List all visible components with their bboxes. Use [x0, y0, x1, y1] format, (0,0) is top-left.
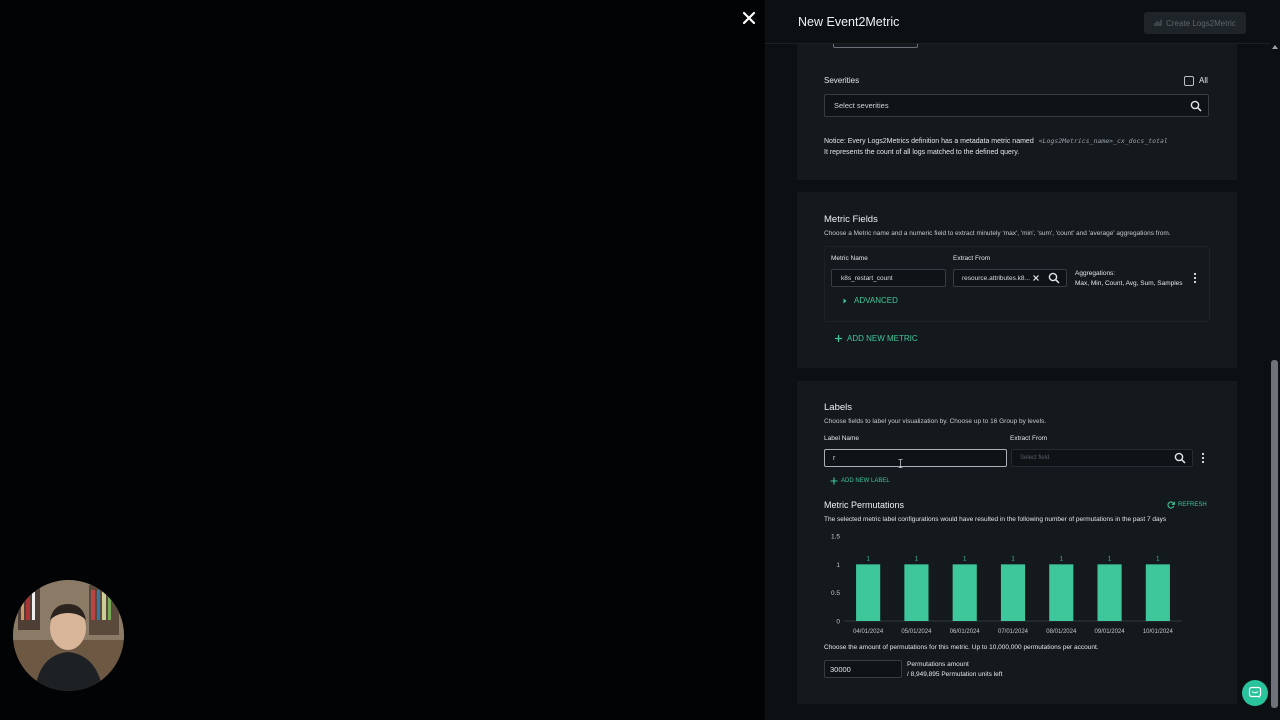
- x-tick-label: 06/01/2024: [950, 629, 981, 635]
- extract-from-label: Extract From: [953, 255, 991, 262]
- metric-fields-description: Choose a Metric name and a numeric field…: [824, 230, 1171, 237]
- metric-name-label: Metric Name: [831, 255, 868, 262]
- label-extract-from-label: Extract From: [1010, 435, 1048, 442]
- label-name-label: Label Name: [824, 435, 860, 442]
- metric-name-value: k8s_restart_count: [841, 274, 893, 282]
- close-icon[interactable]: [739, 8, 759, 28]
- refresh-icon: [1167, 501, 1175, 509]
- label-extract-placeholder: Select field: [1020, 455, 1050, 461]
- add-new-label-button[interactable]: ADD NEW LABEL: [830, 477, 890, 485]
- bar: [1145, 564, 1170, 621]
- permutations-chart: 1.5 1 0.5 0 1 04/01/2024 1 05/01/2024 1 06/01/202…: [831, 534, 1182, 635]
- chat-button[interactable]: [1242, 680, 1268, 706]
- severities-placeholder: Select severities: [834, 101, 889, 110]
- cut-off-button[interactable]: [833, 44, 918, 48]
- webcam-overlay: [13, 580, 124, 691]
- x-tick-label: 07/01/2024: [998, 629, 1029, 635]
- refresh-button[interactable]: REFRESH: [1167, 501, 1207, 509]
- permutations-amount-label: Permutations amount: [907, 661, 969, 668]
- y-tick-label: 0.5: [831, 590, 840, 597]
- chevron-right-icon: [843, 298, 847, 303]
- bar: [1097, 564, 1122, 621]
- plus-icon: [835, 335, 842, 342]
- add-new-metric-label: ADD NEW METRIC: [847, 334, 918, 343]
- notice-code: <Logs2Metrics_name>_cx_docs_total: [1038, 137, 1168, 145]
- bar-data-label: 1: [866, 556, 870, 562]
- drawer-header: New Event2Metric Create Logs2Metric: [765, 0, 1270, 44]
- chat-icon: [1248, 686, 1262, 699]
- x-tick-label: 05/01/2024: [901, 629, 932, 635]
- bar-data-label: 1: [1011, 556, 1015, 562]
- x-tick-label: 04/01/2024: [853, 629, 884, 635]
- label-name-value: r: [833, 454, 836, 462]
- all-severities-checkbox[interactable]: [1184, 76, 1194, 86]
- search-icon[interactable]: [1048, 272, 1060, 284]
- advanced-label: ADVANCED: [854, 296, 898, 305]
- aggregations-value: Max, Min, Count, Avg, Sum, Samples: [1075, 280, 1183, 287]
- notice-text: Notice: Every Logs2Metrics definition ha…: [824, 138, 1034, 145]
- kebab-icon[interactable]: [1193, 272, 1197, 284]
- permutations-description: The selected metric label configurations…: [824, 516, 1167, 523]
- add-new-label-label: ADD NEW LABEL: [841, 478, 890, 484]
- create-button-label: Create Logs2Metric: [1166, 18, 1236, 28]
- severities-label: Severities: [824, 76, 860, 85]
- chart-icon: [1154, 20, 1162, 26]
- y-tick-label: 1: [836, 562, 840, 569]
- refresh-label: REFRESH: [1178, 502, 1207, 508]
- scrollbar-thumb[interactable]: [1271, 360, 1278, 708]
- search-icon[interactable]: [1174, 452, 1186, 464]
- permutations-amount-input[interactable]: 30000: [824, 660, 902, 678]
- create-logs2metric-button[interactable]: Create Logs2Metric: [1144, 12, 1246, 34]
- bar-data-label: 1: [1108, 556, 1112, 562]
- bar: [952, 564, 977, 621]
- plus-icon: [830, 477, 838, 485]
- metric-name-input[interactable]: k8s_restart_count: [831, 269, 946, 287]
- clear-icon[interactable]: [1032, 274, 1040, 282]
- scroll-up-icon[interactable]: [1271, 44, 1279, 50]
- bar: [1000, 564, 1026, 621]
- add-new-metric-button[interactable]: ADD NEW METRIC: [834, 334, 918, 343]
- advanced-toggle[interactable]: ADVANCED: [843, 296, 898, 305]
- aggregations-label: Aggregations:: [1075, 270, 1116, 277]
- severities-select[interactable]: Select severities: [824, 94, 1209, 117]
- x-tick-label: 08/01/2024: [1046, 629, 1077, 635]
- permutations-title: Metric Permutations: [824, 500, 905, 510]
- drawer-title: New Event2Metric: [798, 15, 900, 29]
- metric-fields-title: Metric Fields: [824, 214, 878, 225]
- labels-description: Choose fields to label your visualizatio…: [824, 418, 1047, 425]
- bar: [1049, 564, 1074, 621]
- notice-line-2: It represents the count of all logs matc…: [824, 149, 1020, 156]
- bar-data-label: 1: [1156, 556, 1160, 562]
- permutation-units-left: / 8,949,895 Permutation units left: [907, 671, 1003, 678]
- permutations-amount-value: 30000: [830, 664, 851, 674]
- label-name-input[interactable]: r: [824, 449, 1007, 467]
- search-icon[interactable]: [1190, 100, 1202, 112]
- y-tick-label: 1.5: [831, 534, 840, 541]
- x-tick-label: 10/01/2024: [1143, 629, 1174, 635]
- all-label: All: [1199, 76, 1208, 85]
- kebab-icon[interactable]: [1201, 452, 1205, 464]
- y-tick-label: 0: [836, 619, 840, 626]
- amount-description: Choose the amount of permutations for th…: [824, 644, 1099, 651]
- text-cursor-icon: [898, 459, 903, 468]
- bar-data-label: 1: [1060, 556, 1064, 562]
- bar: [856, 564, 881, 621]
- bar-data-label: 1: [915, 556, 919, 562]
- extract-from-value: resource.attributes.k8...: [962, 274, 1030, 282]
- notice-line-1: Notice: Every Logs2Metrics definition ha…: [824, 137, 1168, 145]
- x-tick-label: 09/01/2024: [1095, 629, 1126, 635]
- labels-title: Labels: [824, 402, 852, 413]
- label-extract-from-select[interactable]: Select field: [1011, 449, 1193, 467]
- bar-data-label: 1: [963, 556, 967, 562]
- bar: [904, 564, 929, 621]
